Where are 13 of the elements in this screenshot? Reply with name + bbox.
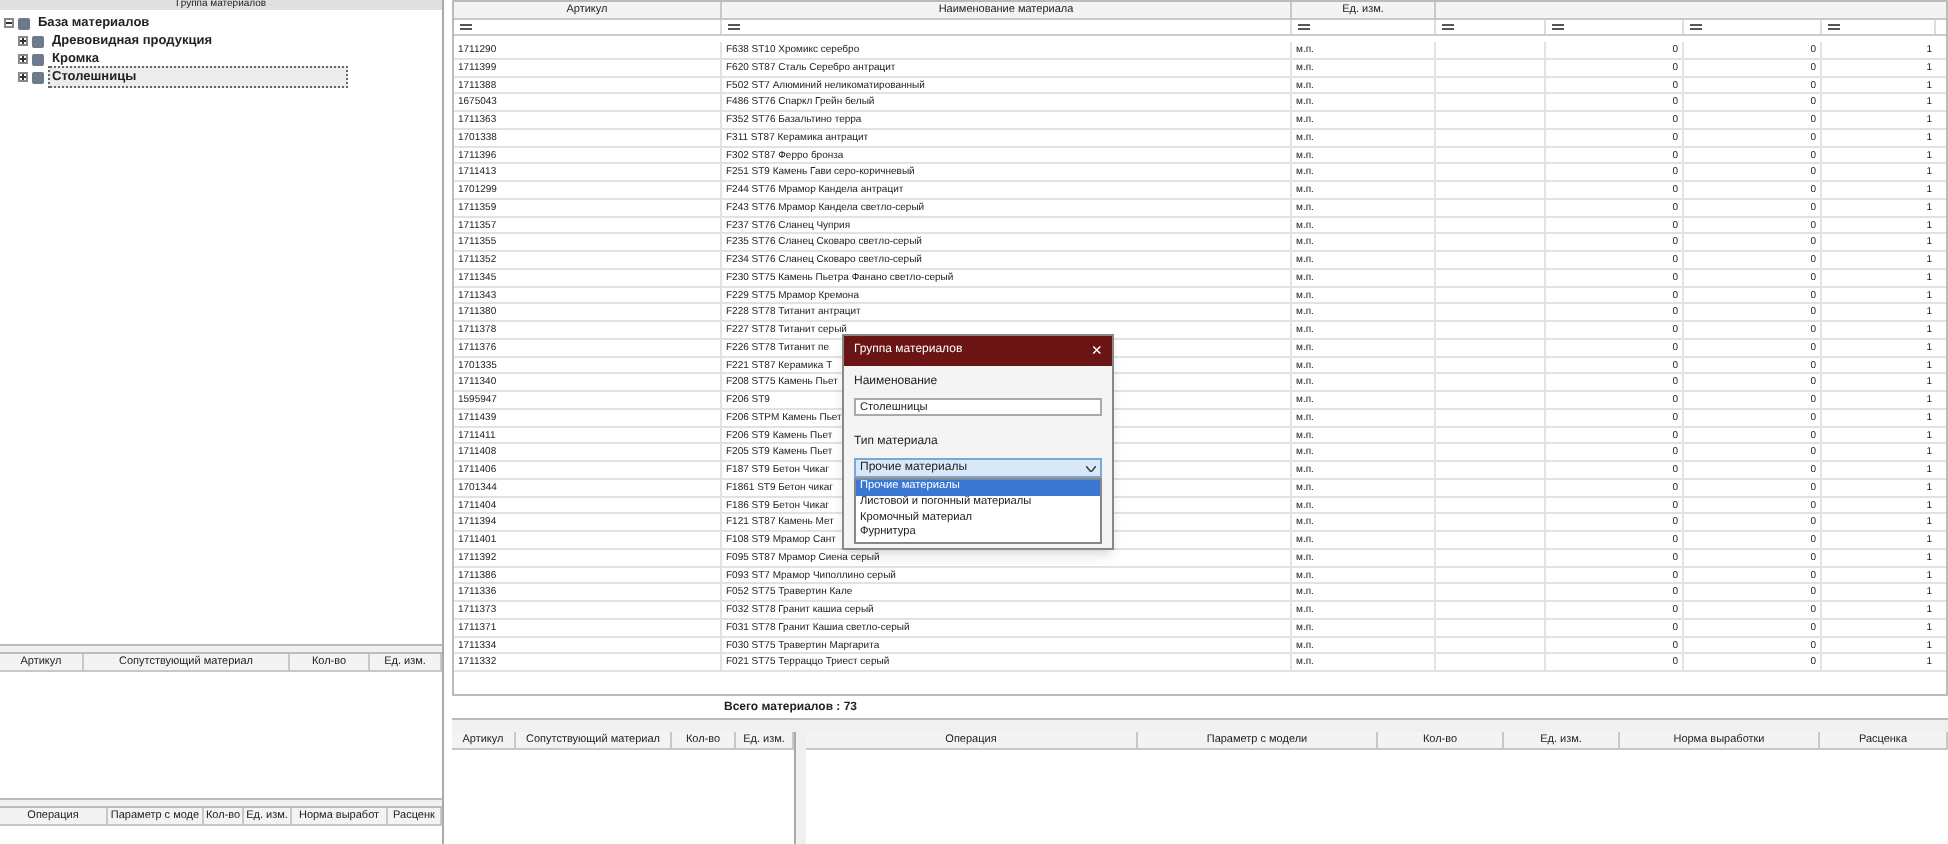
equals-icon bbox=[1552, 24, 1564, 30]
expander-icon[interactable] bbox=[4, 18, 14, 28]
equals-icon bbox=[1442, 24, 1454, 30]
equals-icon bbox=[1690, 24, 1702, 30]
expander-icon[interactable] bbox=[18, 54, 28, 64]
equals-icon bbox=[728, 24, 740, 30]
expander-icon[interactable] bbox=[18, 72, 28, 82]
chevron-icon bbox=[1086, 465, 1096, 471]
equals-icon bbox=[460, 24, 472, 30]
close-button[interactable]: × bbox=[1091, 342, 1102, 360]
expander-icon[interactable] bbox=[18, 36, 28, 46]
equals-icon bbox=[1298, 24, 1310, 30]
equals-icon bbox=[1828, 24, 1840, 30]
